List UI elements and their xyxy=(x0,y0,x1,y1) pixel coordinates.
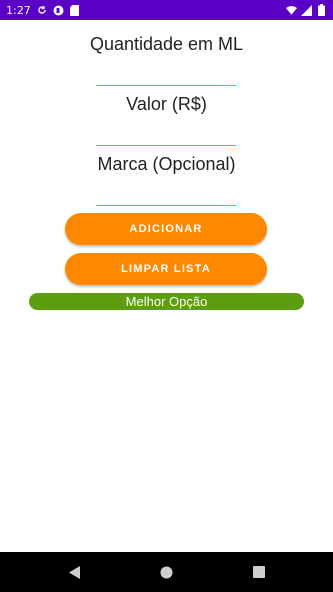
brand-label: Marca (Opcional) xyxy=(97,154,236,174)
best-option-label: Melhor Opção xyxy=(125,294,208,309)
best-option-badge: Melhor Opção xyxy=(29,293,304,310)
back-icon[interactable] xyxy=(68,565,82,579)
value-underline xyxy=(96,145,236,146)
battery-icon xyxy=(316,4,327,16)
quantity-underline xyxy=(96,85,236,86)
navigation-bar xyxy=(0,552,333,592)
recents-icon[interactable] xyxy=(252,565,266,579)
clear-list-button[interactable]: LIMPAR LISTA xyxy=(65,253,267,285)
home-icon[interactable] xyxy=(160,565,174,579)
sd-card-icon xyxy=(69,4,80,16)
quantity-field[interactable]: Quantidade em ML xyxy=(0,34,333,86)
main-content: Quantidade em ML Valor (R$) Marca (Opcio… xyxy=(0,20,333,552)
signal-icon xyxy=(301,4,312,16)
app-badge-icon xyxy=(53,5,64,16)
status-time: 1:27 xyxy=(6,3,31,17)
quantity-label: Quantidade em ML xyxy=(89,34,244,54)
brand-field[interactable]: Marca (Opcional) xyxy=(0,154,333,206)
value-label: Valor (R$) xyxy=(126,94,207,114)
status-bar: 1:27 xyxy=(0,0,333,20)
brand-underline xyxy=(96,205,236,206)
add-button[interactable]: ADICIONAR xyxy=(65,213,267,245)
value-field[interactable]: Valor (R$) xyxy=(0,94,333,146)
sync-icon xyxy=(37,5,48,16)
wifi-icon xyxy=(286,5,297,16)
